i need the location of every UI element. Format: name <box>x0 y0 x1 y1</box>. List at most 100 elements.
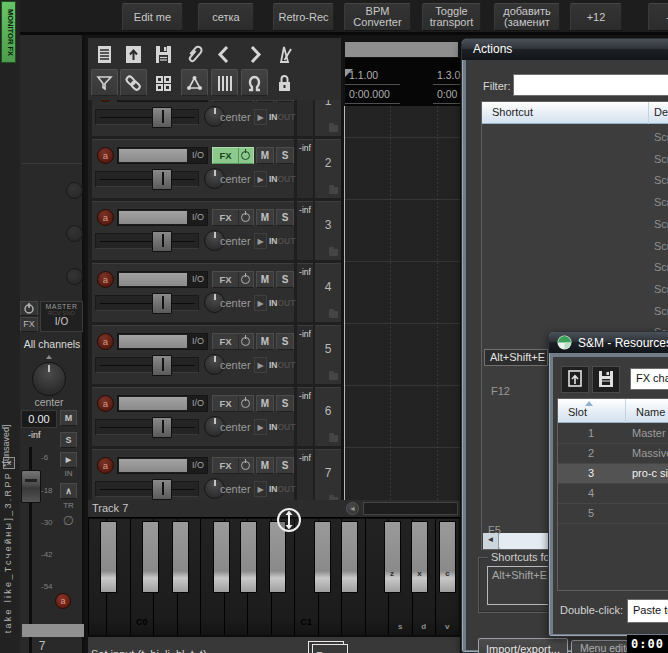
fader-handle[interactable] <box>152 355 172 376</box>
record-arm-button[interactable]: a <box>97 209 114 226</box>
resource-slot-row[interactable]: 2Massive <box>558 444 668 464</box>
track-inout-label[interactable]: INOUT <box>269 422 295 432</box>
black-key[interactable] <box>240 521 257 593</box>
folder-icon[interactable] <box>329 311 338 318</box>
track-fx-button[interactable]: FX <box>212 457 254 474</box>
toolbar-button[interactable]: -12 <box>648 3 668 31</box>
fx-power-icon[interactable] <box>239 210 253 225</box>
toolbar-button[interactable]: добавить (заменит <box>494 3 560 31</box>
action-description[interactable]: Scri <box>654 240 668 252</box>
fader-handle[interactable] <box>152 293 172 314</box>
track-monitor-button[interactable]: ▶ <box>254 171 267 187</box>
action-description[interactable]: Scri <box>654 218 668 230</box>
track-number-panel[interactable]: 6 <box>315 387 341 446</box>
track-inout-label[interactable]: INOUT <box>269 112 295 122</box>
black-key[interactable] <box>213 521 230 593</box>
track-fx-button[interactable]: FX <box>212 147 254 164</box>
grid-icon[interactable] <box>151 71 176 95</box>
arrange-area[interactable] <box>345 106 460 500</box>
track-fx-button[interactable]: FX <box>212 395 254 412</box>
track-volume-fader[interactable] <box>95 295 199 311</box>
lock-icon[interactable] <box>272 71 297 95</box>
track-mute-button[interactable]: M <box>256 271 274 288</box>
track-name-field[interactable]: I/O <box>117 457 208 474</box>
track-mute-button[interactable]: M <box>256 100 274 102</box>
shortcuts-listbox[interactable]: Alt+Shift+E <box>487 566 555 605</box>
record-arm-button[interactable]: a <box>97 271 114 288</box>
all-channels-label[interactable]: All channels <box>20 338 84 350</box>
filter-input[interactable] <box>513 74 668 96</box>
folder-icon[interactable] <box>329 435 338 442</box>
track-mute-button[interactable]: M <box>256 147 274 164</box>
black-key[interactable] <box>142 521 159 593</box>
track-name-field[interactable]: I/O <box>117 147 208 164</box>
track-inout-label[interactable]: INOUT <box>269 174 295 184</box>
track-io-button[interactable]: I/O <box>192 336 204 346</box>
action-description[interactable]: Scri <box>654 305 668 317</box>
track-monitor-button[interactable]: ▶ <box>254 109 267 125</box>
action-description[interactable]: Scri <box>654 174 668 186</box>
resources-open-button[interactable] <box>561 366 589 393</box>
master-play-button[interactable]: ▶ <box>60 452 77 468</box>
toolbar-button[interactable]: Toggle transport <box>422 3 481 31</box>
unsaved-project-tab[interactable]: *[unsaved] <box>1 415 11 467</box>
track-volume-fader[interactable] <box>95 171 199 187</box>
track-volume-fader[interactable] <box>95 419 199 435</box>
track-name-field[interactable]: I/O <box>117 333 208 350</box>
toolbar-button[interactable]: BPM Converter <box>344 3 411 31</box>
track-inout-label[interactable]: INOUT <box>269 236 295 246</box>
import-export-button[interactable]: Import/export... <box>478 638 568 653</box>
track-number-panel[interactable]: 1 <box>315 100 341 136</box>
track-io-button[interactable]: I/O <box>192 212 204 222</box>
track-name-field[interactable]: I/O <box>117 395 208 412</box>
fx-power-icon[interactable] <box>239 396 253 411</box>
fx-power-icon[interactable] <box>239 100 253 101</box>
black-key[interactable]: c <box>439 521 456 593</box>
track-volume-fader[interactable] <box>95 233 199 249</box>
empty-knob[interactable] <box>66 225 83 242</box>
master-env-button[interactable]: ∧ <box>60 483 77 499</box>
black-key[interactable]: x <box>411 521 428 593</box>
black-key[interactable]: z <box>384 521 401 593</box>
black-key[interactable] <box>341 521 358 593</box>
link-icon[interactable] <box>121 71 146 95</box>
track-fx-button[interactable]: FX <box>212 100 254 102</box>
record-arm-button[interactable]: a <box>97 395 114 412</box>
track-solo-button[interactable]: S <box>276 209 294 226</box>
track-mute-button[interactable]: M <box>256 457 274 474</box>
filter-icon[interactable] <box>92 71 117 95</box>
track-fx-button[interactable]: FX <box>212 209 254 226</box>
black-key[interactable] <box>172 521 189 593</box>
action-shortcut-f12[interactable]: F12 <box>491 385 510 397</box>
track-solo-button[interactable]: S <box>276 100 294 102</box>
resource-slot-row[interactable]: 4 <box>558 484 668 504</box>
track-monitor-button[interactable]: ▶ <box>254 357 267 373</box>
selected-action-row[interactable]: Alt+Shift+E <box>484 349 548 366</box>
toolbar-button[interactable]: Edit me <box>122 3 183 31</box>
master-solo-button[interactable]: S <box>60 432 77 448</box>
track-monitor-button[interactable]: ▶ <box>254 233 267 249</box>
resources-type-combo[interactable]: FX chai <box>630 368 668 390</box>
redo-icon[interactable] <box>242 43 267 66</box>
record-arm-button[interactable]: a <box>97 100 114 102</box>
paste-combo[interactable]: Paste to <box>627 599 668 623</box>
master-tr-label[interactable]: TR <box>60 501 77 510</box>
action-description[interactable]: Scri <box>654 153 668 165</box>
new-project-icon[interactable] <box>92 43 117 66</box>
project-settings-icon[interactable] <box>182 43 207 66</box>
resource-slot-row[interactable]: 1Master C <box>558 424 668 444</box>
column-name[interactable]: Name <box>626 399 668 423</box>
fader-handle[interactable] <box>152 169 172 190</box>
fader-handle[interactable] <box>152 231 172 252</box>
envelope-icon[interactable] <box>182 71 207 95</box>
track-name-field[interactable]: I/O <box>117 209 208 226</box>
master-in-label[interactable]: IN <box>60 469 77 478</box>
scroll-thumb[interactable] <box>499 533 555 549</box>
toolbar-button[interactable]: +12 <box>570 3 622 31</box>
track-mute-button[interactable]: M <box>256 333 274 350</box>
track-solo-button[interactable]: S <box>276 271 294 288</box>
track-inout-label[interactable]: INOUT <box>269 298 295 308</box>
folder-icon[interactable] <box>329 249 338 256</box>
fader-handle[interactable] <box>152 107 172 128</box>
fx-power-icon[interactable] <box>239 334 253 349</box>
